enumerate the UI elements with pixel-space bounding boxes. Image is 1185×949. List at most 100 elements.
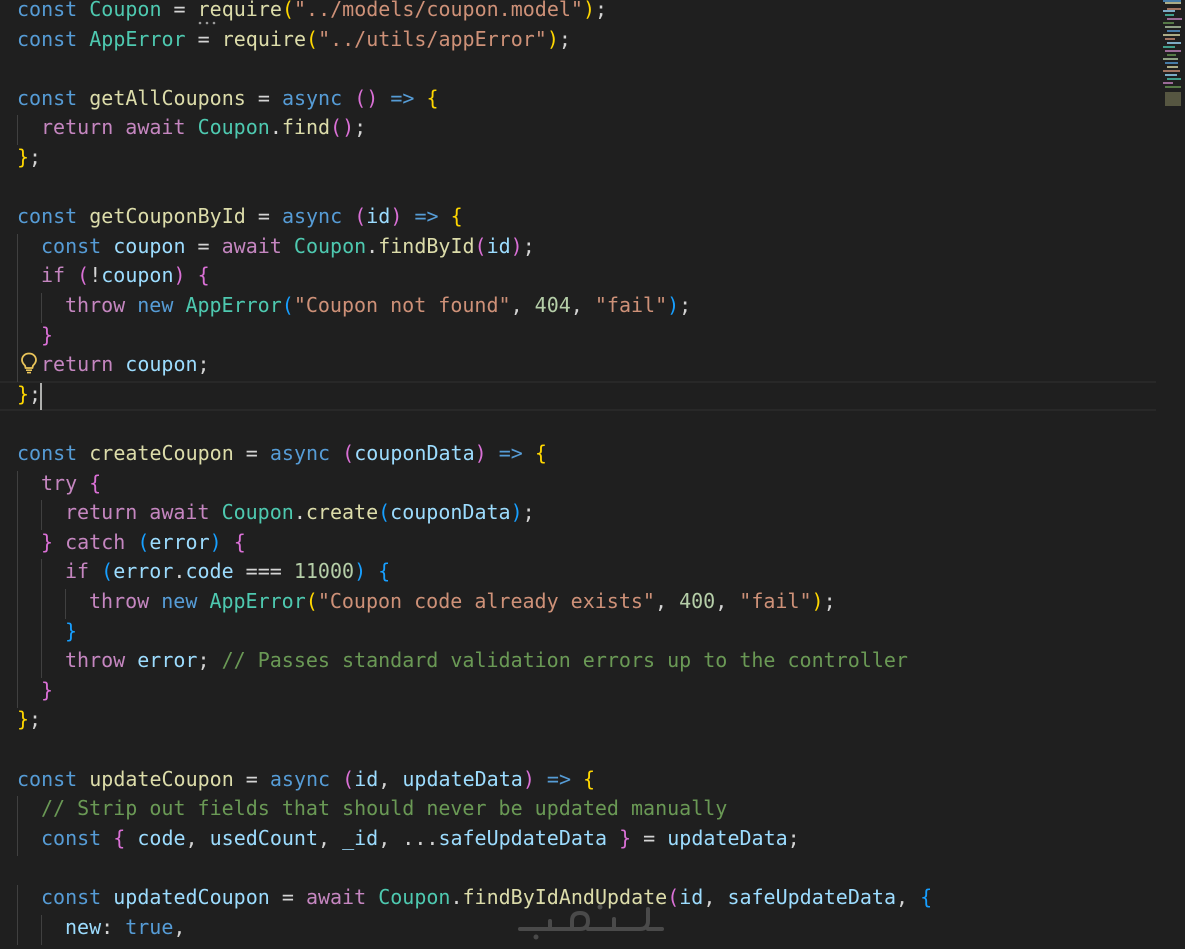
code-line[interactable]: }; [0,145,1160,175]
code-token: { [197,263,210,288]
code-line-text[interactable]: try { [41,471,101,501]
code-line-text[interactable]: if (error.code === 11000) { [65,559,390,589]
code-token: ( [305,589,318,613]
code-line-text[interactable]: const { code, usedCount, _id, ...safeUpd… [41,826,800,856]
minimap[interactable] [1163,0,1185,949]
code-line[interactable]: return coupon; [0,352,1160,383]
hint-dots-icon[interactable] [198,21,216,25]
code-line[interactable]: } [0,677,1160,708]
code-token: "Coupon code already exists" [317,589,655,613]
code-line[interactable] [0,737,1160,767]
code-line[interactable]: return await Coupon.find(); [0,115,1160,146]
code-token: async [269,441,331,465]
code-line-text[interactable]: const updatedCoupon = await Coupon.findB… [41,885,932,915]
code-line-text[interactable]: }; [17,145,41,175]
indent-guide [41,618,42,649]
code-line[interactable]: const Coupon = require("../models/coupon… [0,0,1160,27]
code-lines[interactable]: const Coupon = require("../models/coupon… [0,0,1160,949]
code-line[interactable]: } catch (error) { [0,529,1160,560]
indent-guide [17,885,18,915]
code-line[interactable] [0,56,1160,86]
code-token: if [65,559,90,584]
code-token: ( [101,559,114,584]
code-line[interactable] [0,855,1160,885]
code-token: ) [582,0,596,21]
code-line-text[interactable]: const AppError = require("../utils/appEr… [17,27,571,57]
code-line[interactable]: if (error.code === 11000) { [0,559,1160,590]
code-line[interactable] [0,411,1160,441]
code-line[interactable] [0,175,1160,205]
code-line[interactable]: try { [0,470,1160,501]
code-line[interactable]: throw new AppError("Coupon not found", 4… [0,293,1160,323]
code-line[interactable]: } [0,618,1160,649]
code-line-text[interactable]: } [65,619,77,649]
code-line-text[interactable]: throw new AppError("Coupon code already … [89,589,836,619]
code-line[interactable]: } [0,322,1160,353]
code-line[interactable]: // Strip out fields that should never be… [0,796,1160,827]
indent-guide [41,500,42,531]
code-token: ) [510,233,523,258]
code-line-text[interactable]: const createCoupon = async (couponData) … [17,441,547,471]
code-line[interactable]: const coupon = await Coupon.findById(id)… [0,233,1160,264]
code-line[interactable]: const AppError = require("../utils/appEr… [0,27,1160,57]
code-line[interactable]: if (!coupon) { [0,263,1160,294]
code-line-text[interactable]: throw error; // Passes standard validati… [65,648,908,678]
code-line-text[interactable]: } catch (error) { [41,530,246,560]
lightbulb-icon[interactable] [20,352,38,374]
code-line-text[interactable]: return coupon; [41,352,210,382]
code-line-text[interactable]: const coupon = await Coupon.findById(id)… [41,234,535,264]
code-token: require [221,26,307,51]
code-line[interactable]: throw error; // Passes standard validati… [0,648,1160,679]
indent-guide [17,529,18,560]
code-line-text[interactable]: const getAllCoupons = async () => { [17,86,439,116]
code-token: ) [811,589,824,613]
code-line-text[interactable]: throw new AppError("Coupon not found", 4… [65,293,691,323]
code-line[interactable]: const createCoupon = async (couponData) … [0,441,1160,471]
code-line-text[interactable]: const getCouponById = async (id) => { [17,204,463,234]
code-token: = [245,85,282,110]
code-line-text[interactable]: }; [17,382,41,412]
code-line[interactable]: throw new AppError("Coupon code already … [0,589,1160,619]
code-editor[interactable]: const Coupon = require("../models/coupon… [0,0,1185,949]
code-line[interactable]: const { code, usedCount, _id, ...safeUpd… [0,825,1160,856]
code-token: ; [197,352,210,377]
code-token: ) [510,500,523,525]
code-line-text[interactable]: // Strip out fields that should never be… [41,796,727,826]
code-line-text[interactable]: return await Coupon.find(); [41,115,366,145]
code-line[interactable]: const getCouponById = async (id) => { [0,204,1160,234]
code-line[interactable]: }; [0,707,1160,737]
code-token: = [185,26,222,51]
code-line-text[interactable]: return await Coupon.create(couponData); [65,500,535,530]
code-token: === [233,559,294,584]
code-line[interactable]: const updateCoupon = async (id, updateDa… [0,767,1160,797]
code-token: const [17,441,78,465]
code-line[interactable]: }; [0,382,1160,412]
code-line[interactable]: const getAllCoupons = async () => { [0,86,1160,116]
code-line-text[interactable]: }; [17,707,41,737]
minimap-slider[interactable] [1165,92,1181,106]
code-line-text[interactable]: const Coupon = require("../models/coupon… [17,0,607,27]
code-line-text[interactable]: } [41,323,53,353]
code-token: . [173,559,186,584]
code-token: } [17,707,30,732]
code-token: updateCoupon [89,766,234,791]
code-line-text[interactable]: const updateCoupon = async (id, updateDa… [17,767,595,797]
code-token: } [17,145,30,169]
code-token: ( [342,441,355,465]
indent-guide [41,559,42,590]
code-token: error [149,529,210,554]
code-line[interactable]: return await Coupon.create(couponData); [0,500,1160,531]
code-token: = [245,204,282,229]
code-line-text[interactable]: new: true, [65,915,185,945]
code-line-text[interactable]: if (!coupon) { [41,263,210,293]
code-line-text[interactable]: } [41,678,53,708]
